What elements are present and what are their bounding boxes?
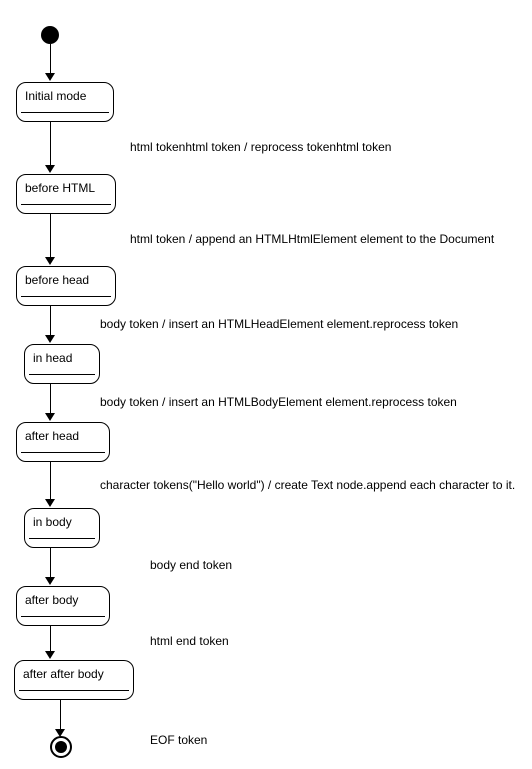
edge-label: EOF token	[150, 733, 207, 747]
arrowhead-icon	[45, 73, 55, 81]
arrowhead-icon	[45, 165, 55, 173]
edge-label: body token / insert an HTMLHeadElement e…	[100, 317, 458, 331]
initial-pseudostate-icon	[41, 26, 59, 44]
edge-label: body token / insert an HTMLBodyElement e…	[100, 395, 457, 409]
state-in-body: in body	[24, 508, 100, 548]
state-before-html: before HTML	[16, 174, 116, 214]
state-label: after body	[25, 593, 78, 607]
edge-label: html tokenhtml token / reprocess tokenht…	[130, 140, 391, 154]
edge-in-body-to-after-body	[50, 548, 51, 578]
state-divider	[21, 296, 111, 297]
edge-before-html-to-before-head	[50, 214, 51, 258]
state-divider	[21, 452, 105, 453]
state-initial-mode: Initial mode	[16, 82, 114, 122]
arrowhead-icon	[45, 577, 55, 585]
edge-after-after-body-to-end	[60, 700, 61, 730]
state-divider	[21, 112, 109, 113]
edge-label: html end token	[150, 634, 229, 648]
state-divider	[19, 690, 129, 691]
edge-label: body end token	[150, 558, 232, 572]
edge-after-head-to-in-body	[50, 462, 51, 500]
state-label: before HTML	[25, 181, 95, 195]
final-pseudostate-icon	[50, 736, 72, 758]
state-label: in body	[33, 515, 72, 529]
state-label: Initial mode	[25, 89, 86, 103]
state-divider	[29, 538, 95, 539]
state-in-head: in head	[24, 344, 100, 384]
edge-label: html token / append an HTMLHtmlElement e…	[130, 232, 494, 246]
state-label: before head	[25, 273, 89, 287]
arrowhead-icon	[45, 257, 55, 265]
state-label: in head	[33, 351, 72, 365]
arrowhead-icon	[45, 413, 55, 421]
state-divider	[21, 204, 111, 205]
state-divider	[21, 616, 105, 617]
state-label: after head	[25, 429, 79, 443]
state-before-head: before head	[16, 266, 116, 306]
state-after-head: after head	[16, 422, 110, 462]
state-label: after after body	[23, 667, 104, 681]
diagram-canvas: { "chart_data": { "type": "state-machine…	[0, 0, 532, 769]
edge-start-to-initial	[50, 44, 51, 74]
edge-in-head-to-after-head	[50, 384, 51, 414]
edge-before-head-to-in-head	[50, 306, 51, 336]
state-after-after-body: after after body	[14, 660, 134, 700]
state-after-body: after body	[16, 586, 110, 626]
arrowhead-icon	[45, 651, 55, 659]
arrowhead-icon	[45, 499, 55, 507]
edge-label: character tokens("Hello world") / create…	[100, 478, 515, 492]
edge-initial-to-before-html	[50, 122, 51, 166]
arrowhead-icon	[45, 335, 55, 343]
edge-after-body-to-after-after-body	[50, 626, 51, 652]
final-inner-dot-icon	[55, 741, 67, 753]
state-divider	[29, 374, 95, 375]
